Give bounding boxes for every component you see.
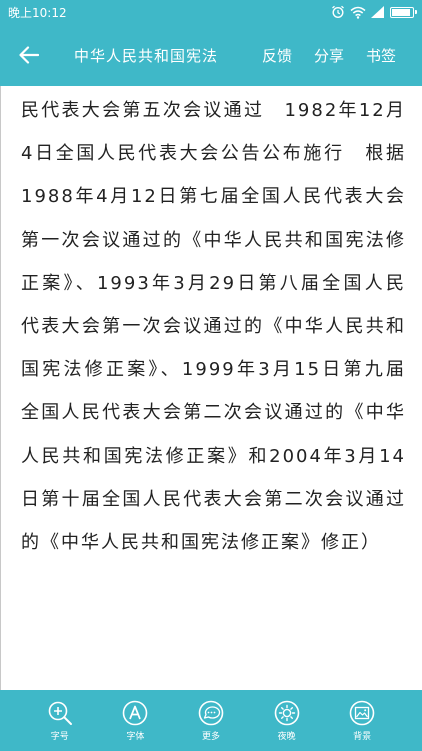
status-time: 晚上10:12	[8, 5, 67, 20]
status-bar: 晚上10:12	[0, 0, 422, 24]
more-button[interactable]: 更多	[187, 700, 235, 742]
image-icon	[349, 700, 375, 725]
tool-label-font: 字体	[126, 731, 145, 742]
alarm-icon	[332, 5, 344, 19]
app-actions: 反馈 分享 书签	[262, 45, 422, 66]
tool-label-night: 夜晚	[277, 731, 296, 742]
wifi-icon	[350, 6, 366, 19]
more-icon	[198, 700, 224, 725]
background-button[interactable]: 背景	[338, 700, 386, 742]
tool-label-background: 背景	[353, 731, 372, 742]
signal-icon	[371, 6, 384, 18]
page-title: 中华人民共和国宪法	[74, 46, 219, 65]
font-icon	[123, 700, 148, 725]
night-mode-button[interactable]: 夜晚	[263, 700, 311, 742]
sun-icon	[274, 700, 299, 725]
tool-label-more: 更多	[201, 731, 220, 742]
share-button[interactable]: 分享	[314, 45, 344, 66]
tool-label-font-size: 字号	[50, 731, 69, 742]
bookmark-button[interactable]: 书签	[366, 45, 396, 66]
zoom-in-icon	[48, 701, 72, 725]
back-button[interactable]	[0, 24, 58, 86]
article-text: 民代表大会第五次会议通过 1982年12月4日全国人民代表大会公告公布施行 根据…	[21, 100, 406, 554]
font-size-button[interactable]: 字号	[36, 700, 84, 742]
bottom-toolbar: 字号 字体 更多 夜晚 背景	[0, 690, 422, 751]
arrow-left-icon	[19, 46, 39, 64]
battery-icon	[390, 6, 417, 18]
font-button[interactable]: 字体	[111, 700, 159, 742]
status-icons	[331, 5, 417, 19]
app-bar: 中华人民共和国宪法 反馈 分享 书签	[0, 24, 422, 86]
reader-content[interactable]: 民代表大会第五次会议通过 1982年12月4日全国人民代表大会公告公布施行 根据…	[0, 86, 422, 690]
feedback-button[interactable]: 反馈	[262, 45, 292, 66]
